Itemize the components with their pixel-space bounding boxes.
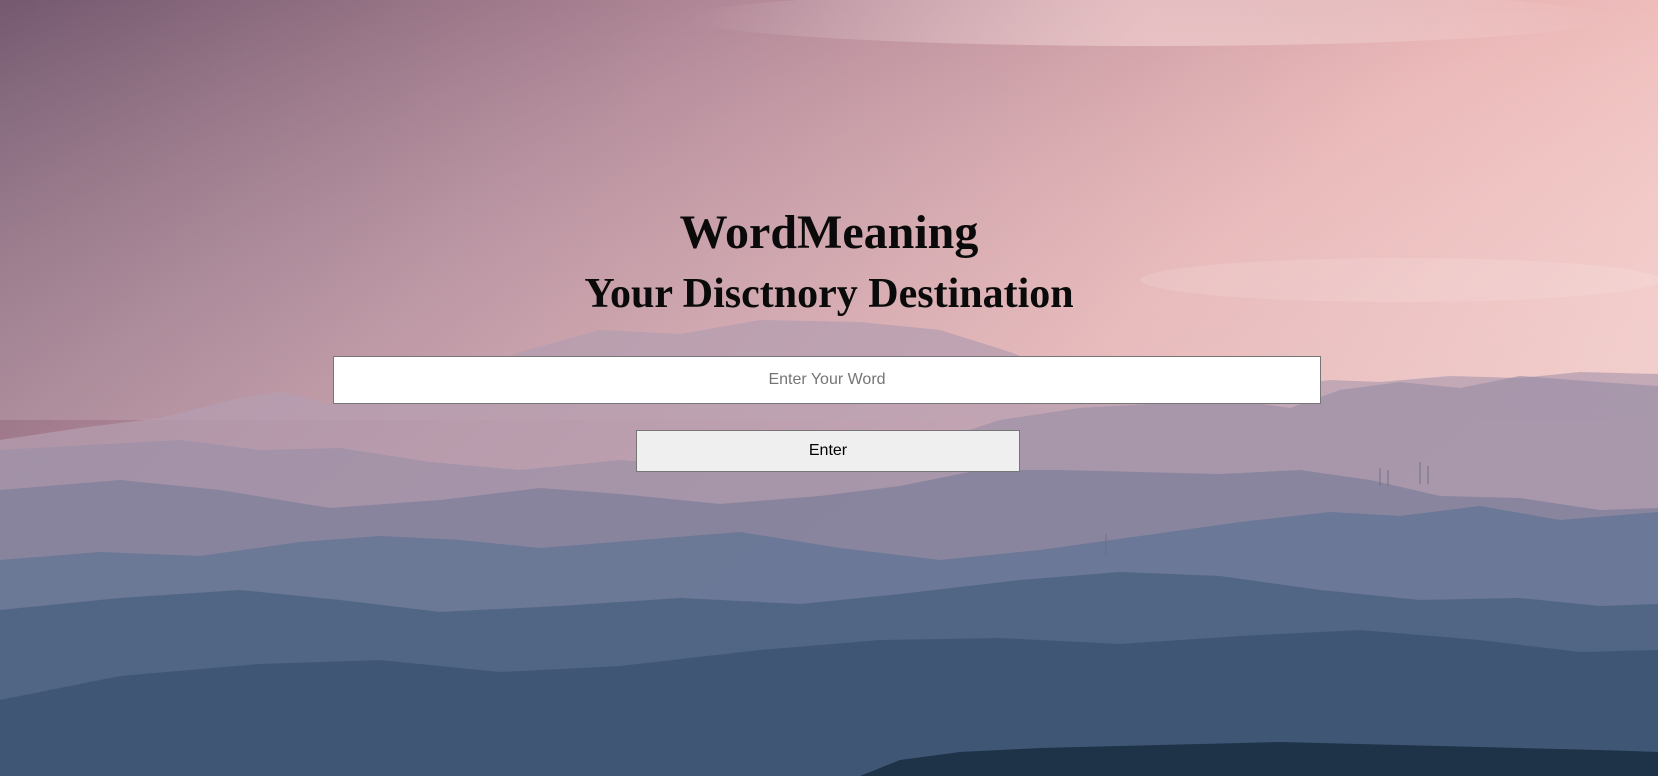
word-search-input[interactable]	[333, 356, 1321, 404]
page-subtitle: Your Disctnory Destination	[584, 271, 1074, 317]
main-content: WordMeaning Your Disctnory Destination E…	[0, 0, 1658, 776]
enter-button[interactable]: Enter	[636, 430, 1020, 472]
page-title: WordMeaning	[679, 206, 979, 259]
